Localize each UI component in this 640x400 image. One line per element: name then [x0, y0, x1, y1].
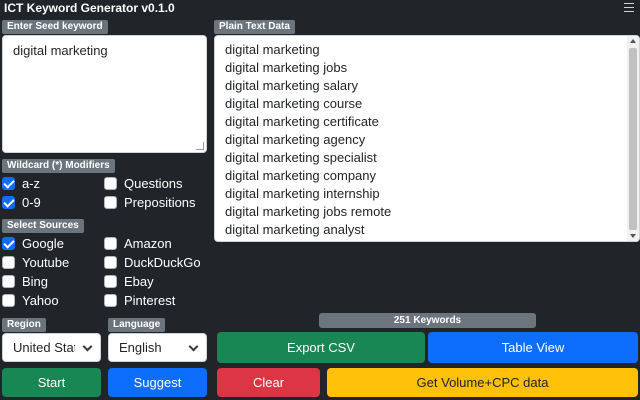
language-label: Language	[108, 318, 166, 332]
language-select[interactable]: English	[108, 333, 207, 362]
keyword-line: digital marketing specialist	[225, 150, 377, 165]
resize-grip-icon[interactable]	[196, 142, 204, 150]
region-select[interactable]: United States	[2, 333, 101, 362]
language-selected-value: English	[119, 340, 162, 355]
keyword-line: digital marketing course	[225, 96, 363, 111]
chevron-down-icon	[82, 341, 93, 352]
start-button[interactable]: Start	[2, 368, 101, 397]
checkbox-icon[interactable]	[2, 237, 15, 250]
hamburger-menu-icon[interactable]	[624, 3, 634, 12]
seed-keyword-value: digital marketing	[13, 43, 108, 58]
chevron-down-icon	[188, 341, 199, 352]
table-view-button[interactable]: Table View	[428, 332, 638, 363]
checkbox-icon[interactable]	[2, 196, 15, 209]
checkbox-icon[interactable]	[104, 196, 117, 209]
clear-button[interactable]: Clear	[217, 368, 320, 397]
keyword-line: digital marketing agency	[225, 132, 366, 147]
keyword-line: digital marketing salary	[225, 78, 358, 93]
checkbox-icon[interactable]	[2, 294, 15, 307]
keyword-list: digital marketing digital marketing jobs…	[225, 41, 391, 239]
app-title: ICT Keyword Generator v0.1.0	[4, 1, 175, 15]
keyword-line: digital marketing analyst	[225, 222, 365, 237]
scroll-up-arrow-icon[interactable]	[630, 39, 636, 43]
plain-text-scrollbar[interactable]	[627, 36, 639, 241]
keyword-line: digital marketing jobs remote	[225, 204, 392, 219]
keyword-line: digital marketing	[225, 42, 320, 57]
title-bar: ICT Keyword Generator v0.1.0	[0, 0, 640, 16]
scroll-down-arrow-icon[interactable]	[630, 234, 636, 238]
checkbox-icon[interactable]	[104, 237, 117, 250]
suggest-button[interactable]: Suggest	[108, 368, 207, 397]
seed-keyword-label: Enter Seed keyword	[2, 20, 108, 34]
wildcard-modifiers-label: Wildcard (*) Modifiers	[2, 159, 115, 173]
checkbox-icon[interactable]	[104, 256, 117, 269]
select-sources-label: Select Sources	[2, 219, 84, 233]
plain-text-label: Plain Text Data	[214, 20, 295, 34]
keyword-line: digital marketing jobs	[225, 60, 348, 75]
scroll-thumb[interactable]	[629, 48, 637, 230]
seed-keyword-textarea[interactable]: digital marketing	[2, 35, 207, 153]
checkbox-icon[interactable]	[2, 256, 15, 269]
checkbox-icon[interactable]	[104, 275, 117, 288]
checkbox-icon[interactable]	[104, 294, 117, 307]
export-csv-button[interactable]: Export CSV	[217, 332, 425, 363]
region-label: Region	[2, 318, 46, 332]
region-selected-value: United States	[13, 340, 75, 355]
checkbox-icon[interactable]	[104, 177, 117, 190]
checkbox-icon[interactable]	[2, 275, 15, 288]
keyword-line: digital marketing internship	[225, 186, 380, 201]
keyword-count-badge: 251 Keywords	[319, 313, 536, 328]
plain-text-output[interactable]: digital marketing digital marketing jobs…	[214, 35, 640, 242]
keyword-line: digital marketing company	[225, 168, 377, 183]
checkbox-icon[interactable]	[2, 177, 15, 190]
keyword-line: digital marketing certificate	[225, 114, 379, 129]
get-volume-cpc-button[interactable]: Get Volume+CPC data	[327, 368, 638, 397]
